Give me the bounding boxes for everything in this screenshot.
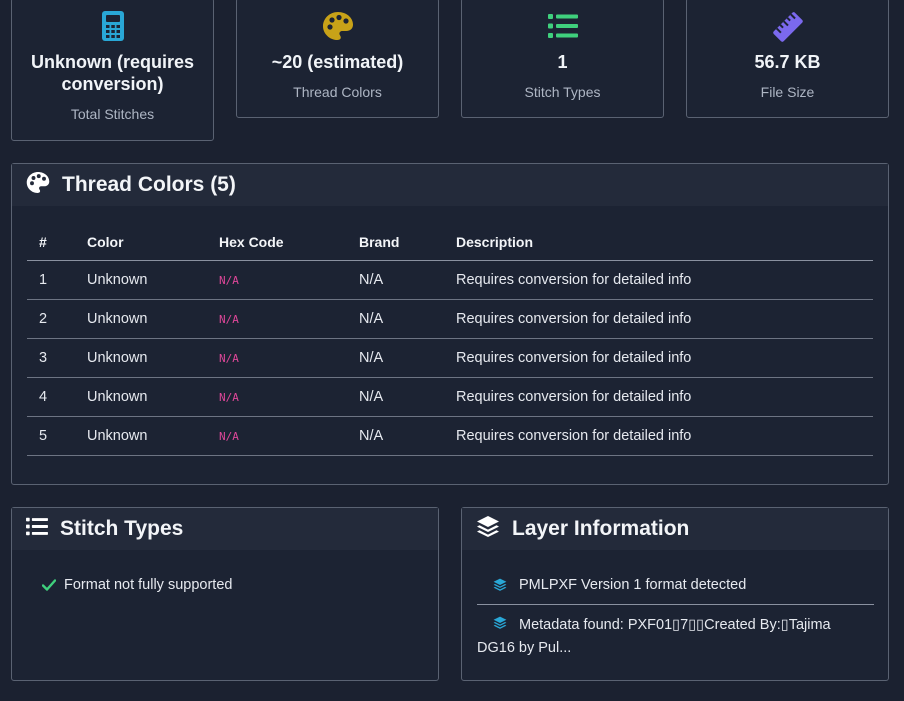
layers-icon: [493, 578, 507, 597]
cell-color: Unknown: [75, 338, 207, 378]
stat-value: Unknown (requires conversion): [30, 52, 195, 94]
column-header: Color: [75, 224, 207, 261]
cell-index: 5: [27, 416, 75, 456]
cell-color: Unknown: [75, 416, 207, 456]
layers-icon: [476, 515, 500, 544]
check-icon: [42, 579, 56, 591]
calculator-icon: [101, 11, 124, 46]
cell-color: Unknown: [75, 260, 207, 300]
layer-info-panel: Layer Information PMLPXF Version 1 forma…: [461, 507, 889, 681]
thread-colors-header: Thread Colors (5): [12, 164, 888, 206]
stat-value: ~20 (estimated): [271, 52, 404, 72]
cell-color: Unknown: [75, 377, 207, 417]
ruler-icon: [772, 11, 804, 48]
layer-info-header: Layer Information: [462, 508, 888, 550]
stat-label: File Size: [760, 84, 815, 100]
table-row: 1 Unknown N/A N/A Requires conversion fo…: [27, 260, 873, 300]
cell-hex-code: N/A: [207, 299, 347, 339]
stat-label: Thread Colors: [293, 84, 382, 100]
section-title: Stitch Types: [60, 517, 184, 540]
cell-brand: N/A: [347, 377, 444, 417]
column-header: Hex Code: [207, 224, 347, 261]
palette-icon: [26, 171, 50, 199]
stat-card-stitch-types: 1 Stitch Types: [461, 0, 664, 118]
stat-card-total-stitches: Unknown (requires conversion) Total Stit…: [11, 0, 214, 141]
list-icon: [547, 13, 578, 44]
thread-colors-table: # Color Hex Code Brand Description 1 Unk…: [27, 224, 873, 456]
stat-label: Total Stitches: [70, 106, 155, 122]
stat-label: Stitch Types: [524, 84, 601, 100]
column-header: Description: [444, 224, 873, 261]
cell-index: 2: [27, 299, 75, 339]
cell-brand: N/A: [347, 338, 444, 378]
table-row: 2 Unknown N/A N/A Requires conversion fo…: [27, 299, 873, 339]
stitch-types-panel: Stitch Types Format not fully supported: [11, 507, 439, 681]
list-item: Format not fully supported: [42, 577, 232, 593]
cell-index: 3: [27, 338, 75, 378]
list-item-label: Metadata found: PXF01▯7▯▯Created By:▯Taj…: [477, 617, 831, 656]
list-icon: [26, 517, 48, 541]
stat-value: 1: [557, 52, 568, 72]
cell-brand: N/A: [347, 260, 444, 300]
palette-icon: [322, 11, 354, 46]
stat-value: 56.7 KB: [754, 52, 821, 72]
column-header: #: [27, 224, 75, 261]
cell-description: Requires conversion for detailed info: [444, 377, 873, 417]
cell-index: 4: [27, 377, 75, 417]
stat-card-file-size: 56.7 KB File Size: [686, 0, 889, 118]
stat-card-thread-colors: ~20 (estimated) Thread Colors: [236, 0, 439, 118]
cell-description: Requires conversion for detailed info: [444, 260, 873, 300]
cell-index: 1: [27, 260, 75, 300]
section-title: Layer Information: [512, 517, 690, 540]
cell-description: Requires conversion for detailed info: [444, 338, 873, 378]
cell-hex-code: N/A: [207, 416, 347, 456]
table-row: 3 Unknown N/A N/A Requires conversion fo…: [27, 338, 873, 378]
cell-description: Requires conversion for detailed info: [444, 299, 873, 339]
cell-brand: N/A: [347, 299, 444, 339]
column-header: Brand: [347, 224, 444, 261]
cell-color: Unknown: [75, 299, 207, 339]
section-title: Thread Colors (5): [62, 173, 236, 196]
stitch-types-header: Stitch Types: [12, 508, 438, 550]
table-row: 5 Unknown N/A N/A Requires conversion fo…: [27, 416, 873, 456]
cell-brand: N/A: [347, 416, 444, 456]
cell-hex-code: N/A: [207, 338, 347, 378]
cell-description: Requires conversion for detailed info: [444, 416, 873, 456]
list-item: PMLPXF Version 1 format detected: [477, 566, 874, 605]
cell-hex-code: N/A: [207, 260, 347, 300]
list-item-label: PMLPXF Version 1 format detected: [519, 577, 747, 593]
table-header-row: # Color Hex Code Brand Description: [27, 224, 873, 261]
thread-colors-panel: Thread Colors (5) # Color Hex Code Brand…: [11, 163, 889, 485]
table-row: 4 Unknown N/A N/A Requires conversion fo…: [27, 377, 873, 417]
list-item-label: Format not fully supported: [64, 577, 233, 593]
cell-hex-code: N/A: [207, 377, 347, 417]
